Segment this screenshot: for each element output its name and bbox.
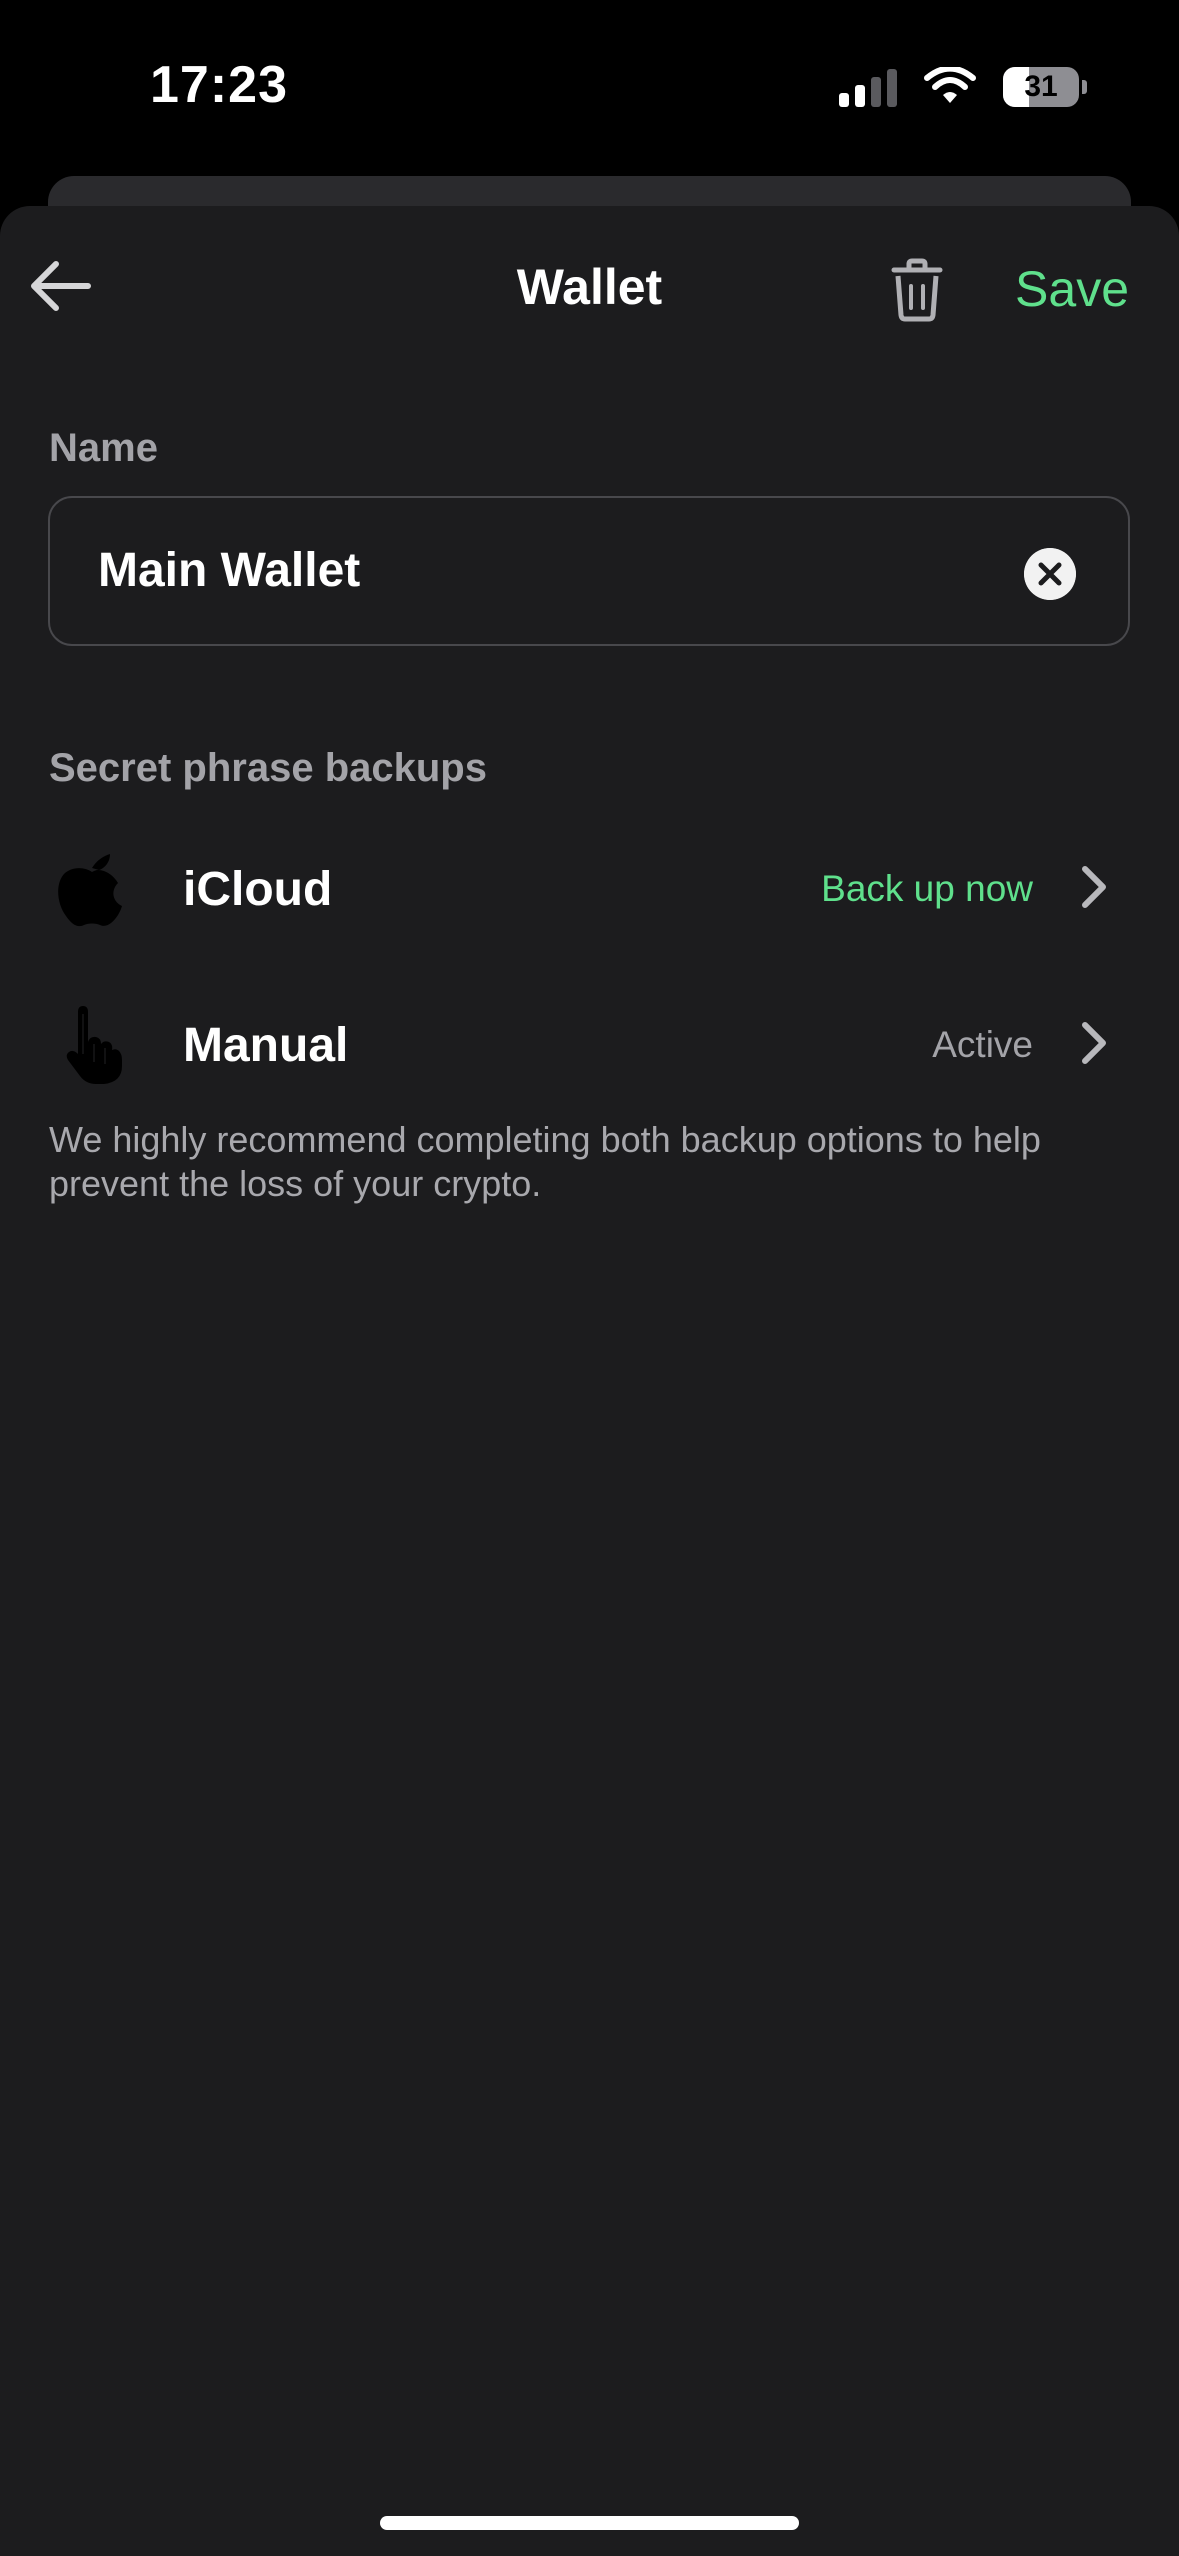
hand-pointer-icon [66,1006,122,1084]
wallet-name-value[interactable]: Main Wallet [98,543,360,598]
wallet-name-field[interactable]: Main Wallet [48,496,1130,646]
status-icons: 31 [839,62,1087,112]
backup-status-badge: Active [932,1024,1033,1065]
chevron-right-icon [1082,866,1106,908]
clear-icon[interactable] [1024,548,1076,600]
cellular-signal-icon [839,67,897,107]
backup-status-link[interactable]: Back up now [821,868,1033,910]
backup-row-icloud[interactable]: iCloud Back up now [0,818,1179,958]
apple-icon [58,854,122,927]
status-time: 17:23 [150,56,288,114]
backup-row-manual[interactable]: Manual Active [0,974,1179,1114]
status-bar: 17:23 31 [0,0,1179,170]
battery-level: 31 [1024,70,1058,103]
battery-icon: 31 [1003,67,1087,107]
trash-icon[interactable] [888,258,946,322]
save-button[interactable]: Save [1015,260,1129,318]
wifi-icon [924,67,976,103]
page-title: Wallet [516,259,663,315]
backups-label: Secret phrase backups [49,746,487,790]
home-indicator[interactable] [380,2516,799,2530]
backup-help-text: We highly recommend completing both back… [49,1119,1041,1204]
backup-row-label: Manual [183,1019,349,1072]
backup-row-label: iCloud [183,863,333,916]
chevron-right-icon [1082,1022,1106,1064]
name-label: Name [49,426,158,470]
